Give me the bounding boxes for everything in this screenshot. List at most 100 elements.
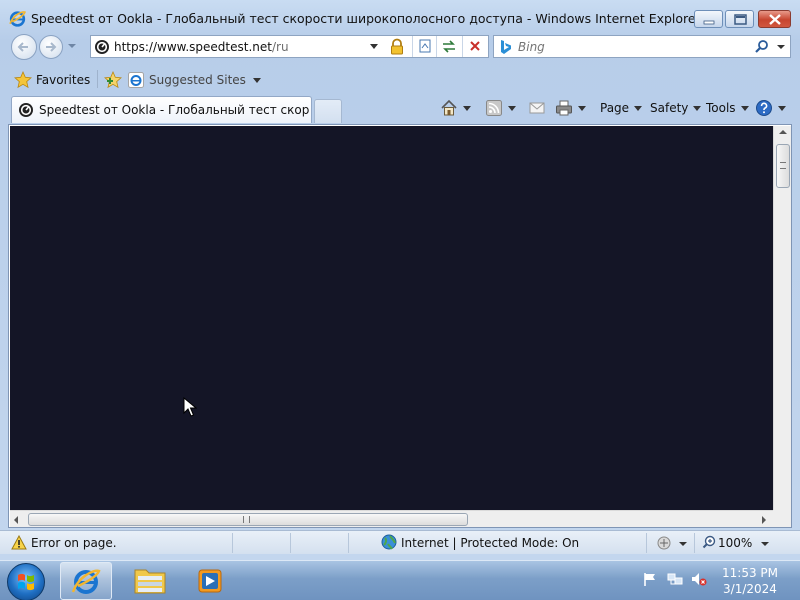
status-divider (232, 533, 233, 553)
network-icon[interactable] (667, 571, 683, 587)
mouse-cursor-icon (183, 397, 197, 417)
vertical-scrollbar[interactable] (773, 126, 791, 510)
favorites-label: Favorites (36, 73, 91, 87)
search-input[interactable] (518, 38, 748, 55)
chevron-down-icon (740, 105, 749, 111)
maximize-icon (734, 14, 747, 25)
volume-muted-icon[interactable] (691, 571, 707, 587)
scroll-left-arrow[interactable] (14, 516, 18, 524)
system-clock[interactable]: 11:53 PM 3/1/2024 (712, 565, 788, 597)
print-icon (556, 100, 572, 116)
chevron-down-icon (252, 77, 261, 83)
horizontal-scrollbar[interactable] (10, 510, 773, 527)
back-button[interactable] (11, 34, 37, 60)
ie-icon (9, 11, 26, 27)
status-divider (348, 533, 349, 553)
status-divider (694, 533, 695, 553)
clock-date: 3/1/2024 (723, 582, 777, 596)
chevron-down-icon (778, 105, 786, 111)
zoom-level[interactable]: 100% (718, 536, 752, 550)
favorites-separator (97, 70, 98, 88)
url-text[interactable]: https://www.speedtest.net/ru (114, 40, 289, 54)
address-bar[interactable]: https://www.speedtest.net/ru (90, 35, 489, 58)
home-button[interactable] (440, 97, 471, 119)
site-favicon-icon (19, 103, 33, 117)
tools-menu-button[interactable]: Tools (706, 97, 749, 119)
status-divider (646, 533, 647, 553)
favorites-button[interactable]: Favorites (14, 69, 90, 91)
minimize-icon (703, 20, 715, 25)
safety-menu-button[interactable]: Safety (650, 97, 702, 119)
tab-speedtest[interactable]: Speedtest от Ookla - Глобальный тест ско… (11, 96, 312, 123)
search-icon[interactable] (754, 39, 770, 55)
lock-icon[interactable] (388, 38, 406, 56)
horizontal-scroll-thumb[interactable] (28, 513, 468, 526)
status-message[interactable]: Error on page. (31, 536, 117, 550)
bing-icon (501, 40, 511, 54)
flag-icon[interactable] (642, 571, 658, 587)
search-options-dropdown[interactable] (777, 45, 785, 49)
chevron-down-icon[interactable] (679, 542, 687, 546)
stop-button[interactable] (462, 36, 486, 57)
chevron-down-icon (693, 105, 702, 111)
tab-label: Speedtest от Ookla - Глобальный тест ско… (39, 103, 309, 117)
home-icon (441, 99, 457, 116)
page-menu-button[interactable]: Page (600, 97, 643, 119)
vertical-scroll-thumb[interactable] (776, 144, 790, 188)
scroll-right-arrow[interactable] (762, 516, 766, 524)
close-button[interactable] (758, 10, 791, 28)
mail-icon (529, 102, 545, 114)
protected-mode-icon[interactable] (656, 535, 672, 551)
maximize-button[interactable] (725, 10, 754, 28)
browser-window: Speedtest от Ookla - Глобальный тест ско… (0, 0, 800, 560)
title-bar: Speedtest от Ookla - Глобальный тест ско… (0, 0, 800, 34)
help-button[interactable] (755, 97, 786, 119)
new-tab-button[interactable] (314, 99, 342, 123)
address-dropdown[interactable] (370, 44, 378, 49)
compatibility-view-button[interactable] (412, 36, 436, 57)
site-favicon-icon (95, 40, 109, 54)
ie-icon (71, 569, 101, 594)
compat-view-icon (419, 39, 431, 53)
chevron-down-icon[interactable] (578, 105, 586, 111)
folder-icon (134, 569, 166, 594)
suggested-sites-label: Suggested Sites (149, 73, 246, 87)
feeds-button[interactable] (485, 97, 516, 119)
security-zone[interactable]: Internet | Protected Mode: On (401, 536, 579, 550)
zoom-icon[interactable] (702, 535, 716, 549)
favorites-star-icon (14, 71, 32, 89)
chevron-down-icon[interactable] (761, 542, 769, 546)
start-button[interactable] (7, 563, 45, 600)
print-button[interactable] (555, 97, 586, 119)
grip-icon (243, 516, 250, 523)
scrollbar-corner (773, 510, 791, 527)
suggested-sites-icon (128, 72, 144, 88)
grip-icon (780, 162, 786, 169)
chevron-down-icon (634, 105, 643, 111)
scroll-up-arrow[interactable] (779, 130, 787, 134)
media-player-icon (198, 569, 222, 593)
chevron-down-icon[interactable] (508, 105, 516, 111)
chevron-down-icon[interactable] (463, 105, 471, 111)
search-box[interactable] (493, 35, 791, 58)
taskbar-media-player[interactable] (184, 562, 236, 600)
refresh-button[interactable] (436, 36, 460, 57)
taskbar-internet-explorer[interactable] (60, 562, 112, 600)
add-favorite-icon[interactable] (104, 71, 122, 89)
minimize-button[interactable] (694, 10, 723, 28)
recent-pages-dropdown[interactable] (68, 44, 76, 48)
read-mail-button[interactable] (528, 97, 546, 119)
feeds-icon (486, 100, 502, 116)
page-menu-label: Page (600, 101, 630, 115)
web-page-content[interactable] (10, 126, 773, 510)
favorites-bar: Favorites Suggested Sites (0, 64, 800, 94)
forward-button[interactable] (39, 35, 63, 59)
close-icon (769, 14, 781, 25)
suggested-sites-button[interactable]: Suggested Sites (128, 69, 261, 91)
help-icon (756, 100, 772, 116)
forward-icon (46, 42, 57, 52)
stop-icon (470, 41, 480, 51)
taskbar-windows-explorer[interactable] (124, 562, 176, 600)
refresh-icon (443, 40, 455, 53)
warning-icon[interactable] (11, 535, 27, 550)
